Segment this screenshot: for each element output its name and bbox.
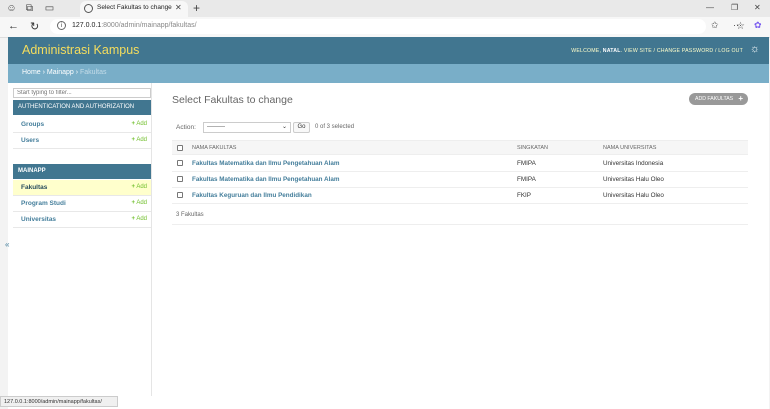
copilot-icon[interactable]: ✿ [754, 20, 762, 31]
selection-counter: 0 of 3 selected [315, 124, 355, 130]
add-link[interactable]: + Add [131, 200, 147, 206]
admin-header: Administrasi Kampus WELCOME, NATAL. VIEW… [8, 37, 769, 64]
url-path: :8000/admin/mainapp/fakultas/ [101, 22, 197, 29]
sidebar-item-label[interactable]: Universitas [21, 216, 56, 223]
sidebar-divider [151, 83, 152, 396]
user-links[interactable]: . VIEW SITE / CHANGE PASSWORD / LOG OUT [621, 48, 743, 54]
add-label: Add [136, 137, 147, 143]
action-select-value: --------- [207, 124, 225, 130]
row-checkbox[interactable] [177, 176, 183, 182]
address-toolbar: ← ↻ i 127.0.0.1:8000/admin/mainapp/fakul… [0, 17, 770, 38]
row-link[interactable]: Fakultas Matematika dan Ilmu Pengetahuan… [192, 160, 339, 167]
sidebar-item-label[interactable]: Program Studi [21, 200, 66, 207]
refresh-icon[interactable]: ↻ [30, 20, 39, 33]
add-link[interactable]: + Add [131, 216, 147, 222]
site-brand[interactable]: Administrasi Kampus [22, 43, 139, 57]
sidebar-item-users[interactable]: Users + Add [13, 133, 151, 149]
plus-icon: + [131, 137, 135, 143]
url-host: 127.0.0.1 [72, 22, 102, 29]
row-link[interactable]: Fakultas Keguruan dan Ilmu Pendidikan [192, 192, 312, 199]
welcome-text: WELCOME, [571, 48, 602, 54]
add-link[interactable]: + Add [131, 184, 147, 190]
theme-toggle-icon[interactable]: ☼ [750, 43, 760, 55]
row-cell: Universitas Halu Oleo [603, 192, 664, 199]
more-icon[interactable]: ··· [733, 20, 742, 30]
plus-icon: + [131, 184, 135, 190]
go-button[interactable]: Go [293, 122, 310, 133]
sidebar-item-label[interactable]: Users [21, 137, 39, 144]
add-label: Add [136, 121, 147, 127]
browser-tab[interactable]: Select Fakultas to change | Sistem ✕ [80, 1, 188, 17]
row-cell: FKIP [517, 192, 531, 199]
sidebar-item-universitas[interactable]: Universitas + Add [13, 212, 151, 228]
page-title: Select Fakultas to change [172, 94, 293, 106]
plus-icon: + [131, 200, 135, 206]
table-row: Fakultas Keguruan dan Ilmu Pendidikan FK… [172, 188, 748, 204]
username: NATAL [602, 48, 621, 54]
add-button-label: ADD FAKULTAS [695, 96, 734, 102]
action-select[interactable]: --------- ⌄ [203, 122, 291, 133]
module-caption-auth[interactable]: Authentication and Authorization [13, 100, 151, 115]
column-header-nama-universitas[interactable]: Nama Universitas [603, 145, 656, 151]
column-header-nama-fakultas[interactable]: Nama Fakultas [192, 145, 236, 151]
new-tab-icon[interactable]: + [193, 1, 200, 15]
profile-icon[interactable]: ☺ [6, 3, 17, 14]
sidebar-item-groups[interactable]: Groups + Add [13, 117, 151, 133]
info-icon[interactable]: i [57, 21, 66, 30]
favorites-icon[interactable]: ✩ [711, 20, 719, 31]
url-field[interactable]: i 127.0.0.1:8000/admin/mainapp/fakultas/… [50, 19, 745, 34]
table-header: Nama Fakultas Singkatan Nama Universitas [172, 140, 748, 155]
table-row: Fakultas Matematika dan Ilmu Pengetahuan… [172, 172, 748, 188]
breadcrumb-text: Home › Mainapp › Fakultas [22, 69, 106, 76]
module-caption-mainapp[interactable]: Mainapp [13, 164, 151, 179]
add-label: Add [136, 216, 147, 222]
plus-icon: + [131, 121, 135, 127]
row-cell: FMIPA [517, 176, 536, 183]
globe-icon [84, 4, 93, 13]
add-fakultas-button[interactable]: ADD FAKULTAS + [689, 93, 748, 105]
breadcrumb-home[interactable]: Home [22, 69, 41, 76]
row-checkbox[interactable] [177, 192, 183, 198]
action-label: Action: [176, 124, 196, 131]
restore-icon[interactable]: ❐ [731, 3, 738, 12]
breadcrumb: Home › Mainapp › Fakultas [8, 64, 769, 83]
browser-tab-bar: ☺ ⧉ ▭ Select Fakultas to change | Sistem… [0, 0, 770, 17]
sidebar-item-fakultas[interactable]: Fakultas + Add [13, 180, 151, 196]
add-link[interactable]: + Add [131, 121, 147, 127]
chevron-down-icon: ⌄ [281, 124, 287, 130]
paginator: 3 Fakultas [176, 212, 204, 218]
url-text: 127.0.0.1:8000/admin/mainapp/fakultas/ [72, 22, 197, 29]
select-all-checkbox[interactable] [177, 145, 183, 151]
row-cell: Universitas Halu Oleo [603, 176, 664, 183]
user-tools: WELCOME, NATAL. VIEW SITE / CHANGE PASSW… [571, 48, 743, 54]
collapse-sidebar-icon[interactable]: « [5, 240, 9, 249]
row-link[interactable]: Fakultas Matematika dan Ilmu Pengetahuan… [192, 176, 339, 183]
minimize-icon[interactable]: — [706, 3, 714, 12]
add-label: Add [136, 184, 147, 190]
breadcrumb-app[interactable]: Mainapp [47, 69, 74, 76]
tab-title: Select Fakultas to change | Sistem [97, 4, 173, 11]
row-cell: Universitas Indonesia [603, 160, 664, 167]
column-header-singkatan[interactable]: Singkatan [517, 145, 548, 151]
breadcrumb-current: Fakultas [80, 69, 107, 76]
sidebar-item-program-studi[interactable]: Program Studi + Add [13, 196, 151, 212]
plus-icon: + [738, 94, 743, 103]
plus-icon: + [131, 216, 135, 222]
sidebar-item-label[interactable]: Fakultas [21, 184, 47, 191]
add-label: Add [136, 200, 147, 206]
row-cell: FMIPA [517, 160, 536, 167]
sidebar-item-label[interactable]: Groups [21, 121, 44, 128]
add-link[interactable]: + Add [131, 137, 147, 143]
window-close-icon[interactable]: ✕ [754, 3, 761, 12]
tab-actions-icon[interactable]: ▭ [44, 3, 55, 14]
status-bar-url: 127.0.0.1:8000/admin/mainapp/fakultas/ [0, 396, 118, 407]
divider [172, 224, 748, 225]
row-checkbox[interactable] [177, 160, 183, 166]
back-icon[interactable]: ← [8, 20, 19, 32]
workspaces-icon[interactable]: ⧉ [24, 3, 35, 14]
nav-filter-input[interactable] [13, 88, 151, 98]
table-row: Fakultas Matematika dan Ilmu Pengetahuan… [172, 156, 748, 172]
close-icon[interactable]: ✕ [175, 3, 182, 12]
